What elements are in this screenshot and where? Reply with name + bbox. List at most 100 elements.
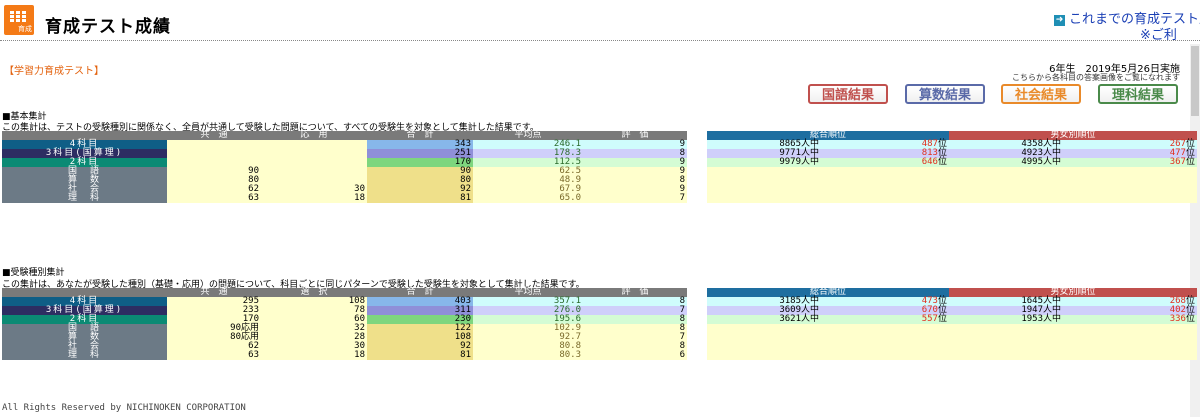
rank-value: 557 [921, 314, 938, 324]
science-result-button[interactable]: 理科結果 [1098, 84, 1178, 104]
cell-total: 90 [367, 167, 473, 176]
cell-common: 90 [167, 167, 261, 176]
rank-row [707, 194, 1197, 203]
table-row: 算 数 80 80 48.9 8 [2, 176, 687, 185]
cell-applied: 28 [261, 333, 367, 342]
cell-common [167, 149, 261, 158]
rank-position: 557位 [821, 315, 949, 324]
cell-applied [261, 140, 367, 149]
cell-applied: 108 [261, 297, 367, 306]
rank-empty-cell [949, 185, 1063, 194]
cell-eval: 7 [583, 194, 687, 203]
rank-empty-cell [949, 176, 1063, 185]
rank-total: 9979人中 [707, 158, 821, 167]
rank-empty-cell [821, 342, 949, 351]
rank-empty-cell [949, 194, 1063, 203]
rank-row [707, 351, 1197, 360]
table-row: 2科目 170 112.5 9 [2, 158, 687, 167]
rank-empty-cell [949, 351, 1063, 360]
rank-empty-cell [949, 333, 1063, 342]
rank-row [707, 324, 1197, 333]
cell-label: 理 科 [2, 351, 167, 360]
logo-label: 育成 [18, 25, 32, 33]
japanese-result-button[interactable]: 国語結果 [808, 84, 888, 104]
rank-empty-cell [821, 333, 949, 342]
cell-eval: 6 [583, 351, 687, 360]
scrollbar[interactable] [1190, 44, 1200, 417]
gender-rank-position: 336位 [1063, 315, 1197, 324]
rank-empty-cell [821, 194, 949, 203]
cell-common: 80 [167, 176, 261, 185]
rank-row [707, 167, 1197, 176]
cell-applied: 30 [261, 342, 367, 351]
rank-empty-cell [707, 333, 821, 342]
cell-common: 80応用 [167, 333, 261, 342]
history-link-label: これまでの育成テスト成 [1069, 12, 1200, 27]
gender-rank-unit: 位 [1185, 157, 1195, 167]
rank-empty-cell [707, 194, 821, 203]
cell-eval: 7 [583, 306, 687, 315]
rank-empty-cell [949, 167, 1063, 176]
scrollbar-thumb[interactable] [1191, 46, 1199, 116]
rank-empty-cell [707, 167, 821, 176]
cell-avg: 65.0 [473, 194, 583, 203]
rank-empty-cell [821, 167, 949, 176]
rank-unit: 位 [937, 314, 947, 324]
cell-applied: 60 [261, 315, 367, 324]
cell-common: 62 [167, 342, 261, 351]
rank-empty-cell [1063, 324, 1197, 333]
cell-eval: 8 [583, 342, 687, 351]
cell-applied [261, 158, 367, 167]
rank-empty-cell [707, 185, 821, 194]
gender-rank-total: 4995人中 [949, 158, 1063, 167]
gender-rank-position: 367位 [1063, 158, 1197, 167]
cell-common: 62 [167, 185, 261, 194]
cell-eval: 8 [583, 315, 687, 324]
cell-applied [261, 167, 367, 176]
table-row: 理 科 63 18 81 80.3 6 [2, 351, 687, 360]
exam-note: こちらから各科目の答案画像をご覧になれます [1012, 73, 1180, 82]
history-link[interactable]: ➜ これまでの育成テスト成 [1054, 8, 1200, 27]
section-label: 【学習力育成テスト】 [4, 66, 104, 77]
table-row: 理 科 63 18 81 65.0 7 [2, 194, 687, 203]
rank-empty-cell [707, 351, 821, 360]
rank-row: 9979人中 646位 4995人中 367位 [707, 158, 1197, 167]
cell-eval: 8 [583, 176, 687, 185]
gender-rank-header: 男女別順位 [949, 288, 1197, 297]
cell-common [167, 140, 261, 149]
table-row: 国 語 90応用 32 122 102.9 8 [2, 324, 687, 333]
cell-eval: 9 [583, 185, 687, 194]
cell-total: 170 [367, 158, 473, 167]
rank-empty-cell [1063, 185, 1197, 194]
rank-empty-cell [1063, 194, 1197, 203]
cell-common [167, 158, 261, 167]
rank-empty-cell [1063, 333, 1197, 342]
divider [0, 40, 1200, 41]
column-header: 応 用 [261, 131, 367, 140]
rank-row [707, 333, 1197, 342]
rank-position: 646位 [821, 158, 949, 167]
cell-common: 63 [167, 351, 261, 360]
cell-applied: 18 [261, 194, 367, 203]
cell-eval: 9 [583, 140, 687, 149]
social-result-button[interactable]: 社会結果 [1001, 84, 1081, 104]
rank-value: 646 [921, 157, 938, 167]
rank-header: 総合順位 [707, 288, 949, 297]
rank-empty-cell [821, 351, 949, 360]
rank-total: 3621人中 [707, 315, 821, 324]
cell-eval: 8 [583, 324, 687, 333]
cell-applied [261, 176, 367, 185]
rank-row [707, 185, 1197, 194]
cell-total: 92 [367, 185, 473, 194]
gender-rank-header: 男女別順位 [949, 131, 1197, 140]
table-row: 2科目 170 60 230 195.6 8 [2, 315, 687, 324]
cell-eval: 8 [583, 149, 687, 158]
rank-empty-cell [821, 185, 949, 194]
column-header: 共 通 [167, 131, 261, 140]
cell-eval: 8 [583, 297, 687, 306]
math-result-button[interactable]: 算数結果 [905, 84, 985, 104]
table-row: 算 数 80応用 28 108 92.7 7 [2, 333, 687, 342]
rank-unit: 位 [937, 157, 947, 167]
rank-empty-cell [707, 342, 821, 351]
cell-total: 81 [367, 351, 473, 360]
